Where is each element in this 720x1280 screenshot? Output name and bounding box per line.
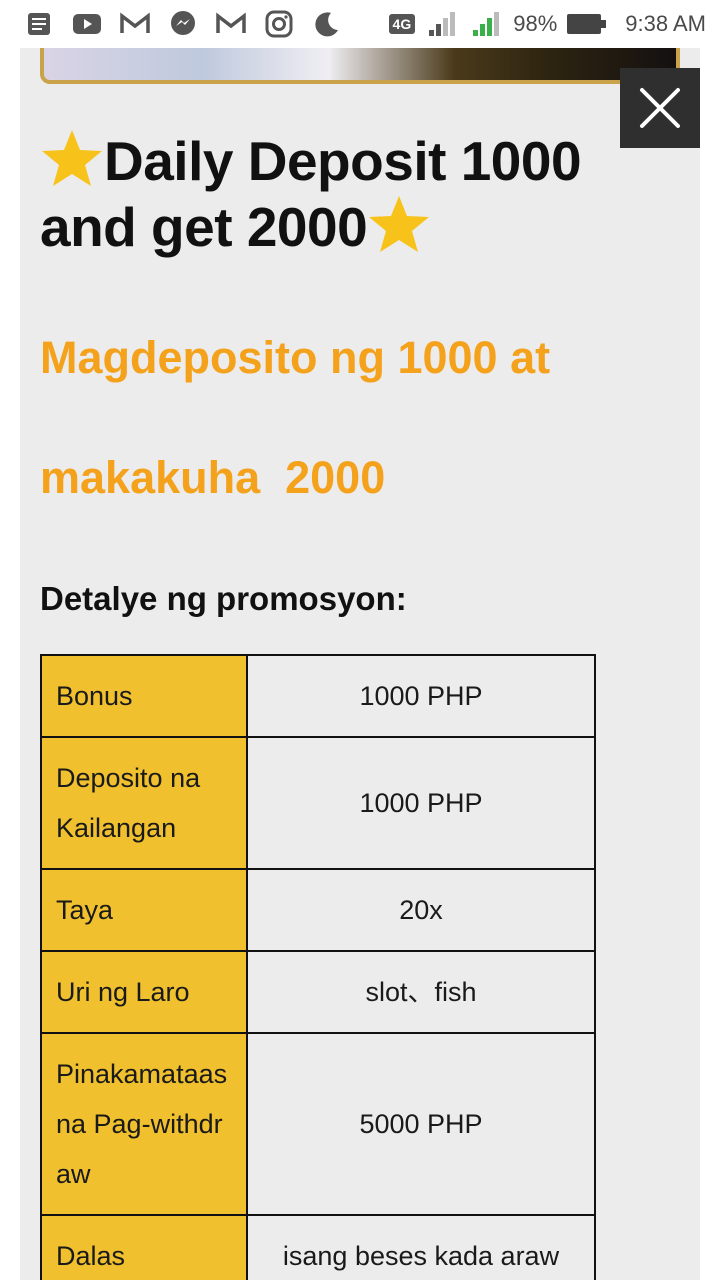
row-label: Dalas <box>40 1214 248 1280</box>
row-value: isang beses kada araw <box>246 1214 596 1280</box>
table-row: Taya 20x <box>40 868 596 952</box>
table-row: Uri ng Laro slot、fish <box>40 950 596 1034</box>
network-type: 4G <box>388 14 416 34</box>
star-icon <box>40 128 104 188</box>
notification-icons <box>22 9 344 39</box>
row-value: 1000 PHP <box>246 736 596 870</box>
system-indicators: 4G 98% 9:38 AM <box>388 9 706 39</box>
row-label: Pinakamataas na Pag-withdraw <box>40 1032 248 1216</box>
messenger-icon <box>166 9 200 39</box>
battery-percent: 98% <box>513 11 558 36</box>
row-value: 20x <box>246 868 596 952</box>
clock: 9:38 AM <box>625 11 706 36</box>
star-icon <box>367 194 431 254</box>
notes-icon <box>22 9 56 39</box>
row-value: 5000 PHP <box>246 1032 596 1216</box>
gmail-icon <box>118 9 152 39</box>
do-not-disturb-moon-icon <box>310 9 344 39</box>
promo-banner-image <box>40 48 680 84</box>
signal-icon <box>425 9 459 39</box>
promo-panel: Daily Deposit 1000 and get 2000 Magdepos… <box>20 48 700 1280</box>
table-row: Dalas isang beses kada araw <box>40 1214 596 1280</box>
row-value: slot、fish <box>246 950 596 1034</box>
close-icon <box>640 88 680 128</box>
battery-icon <box>567 14 607 34</box>
promo-subtitle-line-2: makakuha 2000 <box>40 452 386 503</box>
status-bar: 4G 98% 9:38 AM <box>0 0 720 48</box>
row-value: 1000 PHP <box>246 654 596 738</box>
row-label: Taya <box>40 868 248 952</box>
promo-title-text: Daily Deposit 1000 and get 2000 <box>40 130 582 258</box>
table-row: Pinakamataas na Pag-withdraw 5000 PHP <box>40 1032 596 1216</box>
gmail-icon <box>214 9 248 39</box>
details-heading: Detalye ng promosyon: <box>40 580 407 617</box>
youtube-icon <box>70 9 104 39</box>
table-row: Bonus 1000 PHP <box>40 654 596 738</box>
instagram-icon <box>262 9 296 39</box>
signal-icon <box>469 9 503 39</box>
promo-subtitle-line-1: Magdeposito ng 1000 at <box>40 332 551 383</box>
table-row: Deposito na Kailangan 1000 PHP <box>40 736 596 870</box>
promo-details-table: Bonus 1000 PHP Deposito na Kailangan 100… <box>40 654 596 1280</box>
promo-title: Daily Deposit 1000 and get 2000 <box>40 128 640 260</box>
row-label: Deposito na Kailangan <box>40 736 248 870</box>
row-label: Bonus <box>40 654 248 738</box>
close-button[interactable] <box>620 68 700 148</box>
row-label: Uri ng Laro <box>40 950 248 1034</box>
